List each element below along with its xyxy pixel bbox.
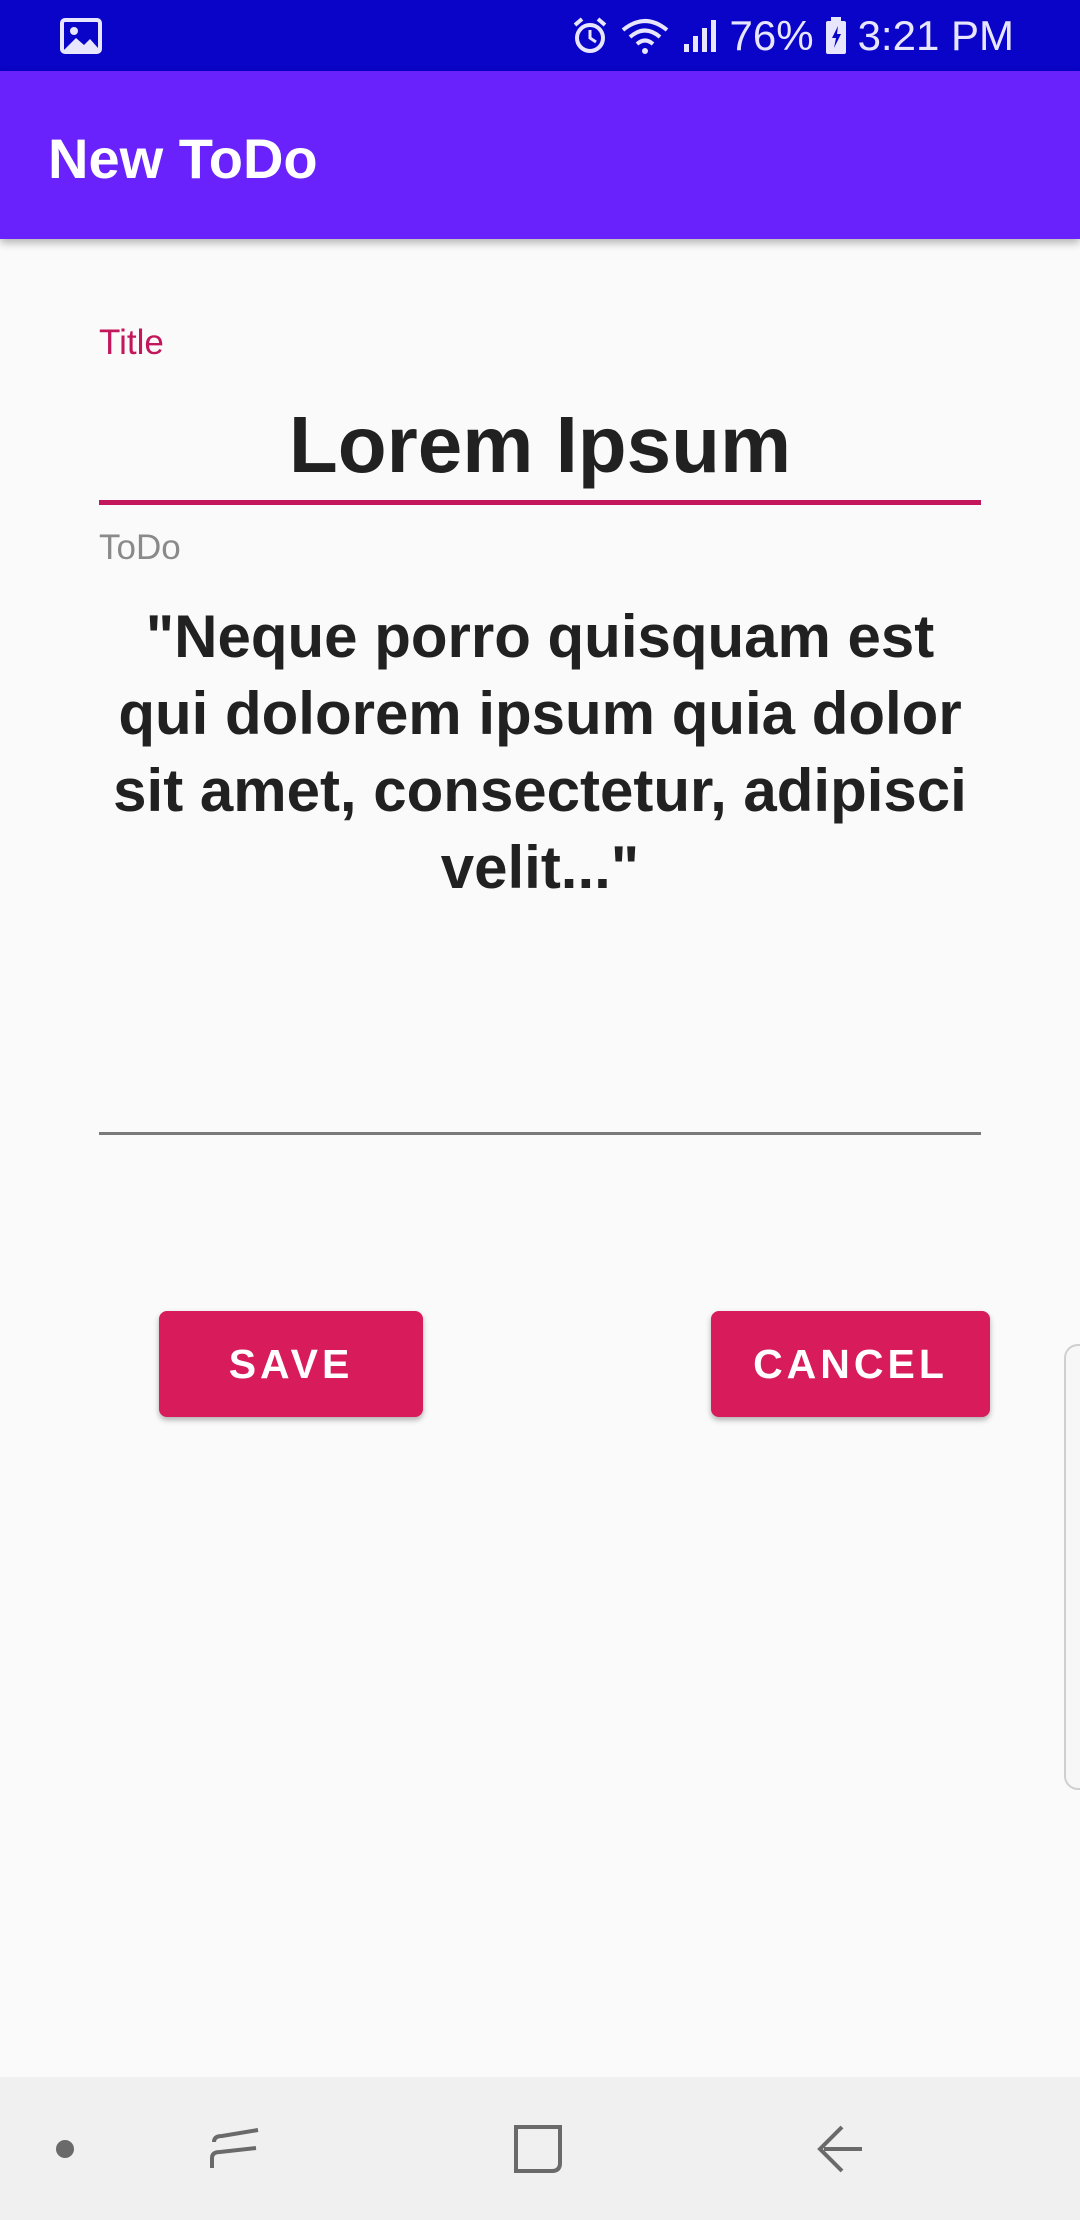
- cancel-button[interactable]: CANCEL: [711, 1311, 990, 1417]
- todo-field-label: ToDo: [99, 528, 181, 567]
- alarm-icon: [573, 17, 606, 53]
- wifi-icon: [621, 19, 668, 54]
- todo-input[interactable]: "Neque porro quisquam est qui dolorem ip…: [99, 598, 981, 906]
- title-input-underline: [99, 500, 981, 505]
- home-icon[interactable]: [503, 2077, 573, 2220]
- navigation-bar: [0, 2077, 1080, 2220]
- battery-icon: [825, 17, 846, 54]
- signal-icon: [683, 20, 716, 52]
- gallery-icon: [60, 18, 102, 54]
- battery-percent: 76%: [729, 12, 814, 59]
- edge-panel-handle[interactable]: [1064, 1344, 1080, 1790]
- status-bar: 76% 3:21 PM: [0, 0, 1080, 71]
- save-button[interactable]: SAVE: [159, 1311, 423, 1417]
- back-icon[interactable]: [805, 2077, 875, 2220]
- page-title: New ToDo: [48, 127, 318, 190]
- title-input[interactable]: Lorem Ipsum: [99, 395, 981, 495]
- dot-icon[interactable]: [40, 2077, 90, 2220]
- status-time: 3:21 PM: [857, 12, 1014, 59]
- app-bar: New ToDo: [0, 71, 1080, 239]
- recents-icon[interactable]: [200, 2077, 270, 2220]
- title-field-label: Title: [99, 323, 164, 362]
- todo-input-underline: [99, 1132, 981, 1135]
